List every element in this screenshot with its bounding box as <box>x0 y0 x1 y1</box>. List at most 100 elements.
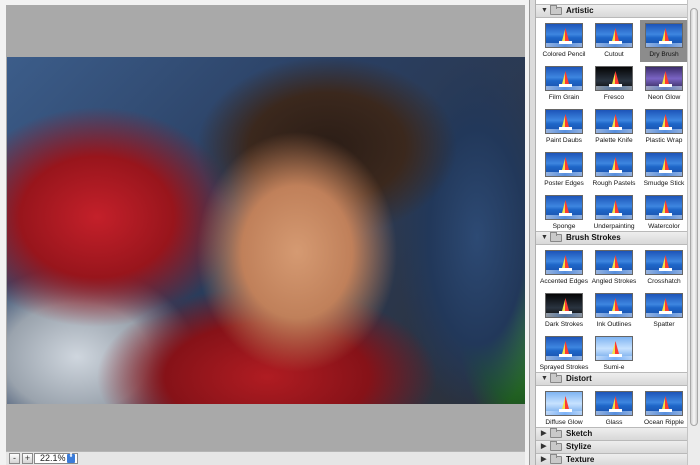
filter-thumbnail <box>545 23 583 48</box>
panel-scrollbar[interactable] <box>687 0 700 465</box>
filter-tile-film-grain[interactable]: Film Grain <box>540 63 588 105</box>
filter-thumbnail <box>545 391 583 416</box>
filter-thumbnail <box>645 66 683 91</box>
disclosure-triangle-down-icon[interactable]: ▼ <box>541 5 548 17</box>
scrollbar-thumb[interactable] <box>690 8 698 426</box>
preview-statusbar: - + 22.1% ⬍ <box>6 451 525 465</box>
filter-tile-spatter[interactable]: Spatter <box>640 290 687 332</box>
filter-tile-colored-pencil[interactable]: Colored Pencil <box>540 20 588 62</box>
filter-tile-cutout[interactable]: Cutout <box>590 20 638 62</box>
category-header-sketch[interactable]: ▶ Sketch <box>536 427 687 441</box>
filter-label: Underpainting <box>593 223 635 230</box>
filter-label: Crosshatch <box>647 278 681 285</box>
filter-thumbnail <box>645 391 683 416</box>
filter-thumbnail <box>595 293 633 318</box>
category-label: Texture <box>566 455 595 464</box>
filter-gallery-window: - + 22.1% ⬍ ▼ Artistic Colored Pencil Cut… <box>0 0 700 465</box>
category-label: Artistic <box>566 6 594 15</box>
filter-thumbnail <box>545 152 583 177</box>
filter-tile-neon-glow[interactable]: Neon Glow <box>640 63 687 105</box>
category-header-brush-strokes[interactable]: ▼ Brush Strokes <box>536 231 687 245</box>
filter-thumbnail <box>645 250 683 275</box>
folder-icon <box>550 441 562 451</box>
filter-tile-sponge[interactable]: Sponge <box>540 192 588 234</box>
folder-icon <box>550 428 562 438</box>
folder-icon <box>550 232 562 242</box>
filter-label: Plastic Wrap <box>645 137 683 144</box>
filter-thumbnail <box>645 195 683 220</box>
filter-thumbnail <box>545 336 583 361</box>
filter-thumbnail <box>595 195 633 220</box>
folder-icon <box>550 5 562 15</box>
category-header-distort[interactable]: ▼ Distort <box>536 372 687 386</box>
filter-label: Film Grain <box>548 94 580 101</box>
filter-thumbnail <box>545 66 583 91</box>
filter-tile-ink-outlines[interactable]: Ink Outlines <box>590 290 638 332</box>
filter-tile-sumi-e[interactable]: Sumi-e <box>590 333 638 375</box>
filter-thumbnail <box>595 152 633 177</box>
zoom-out-button[interactable]: - <box>9 453 20 464</box>
preview-pane: - + 22.1% ⬍ <box>0 0 530 465</box>
folder-icon <box>550 373 562 383</box>
filter-tile-watercolor[interactable]: Watercolor <box>640 192 687 234</box>
zoom-in-button[interactable]: + <box>22 453 33 464</box>
filter-tile-rough-pastels[interactable]: Rough Pastels <box>590 149 638 191</box>
filter-thumbnail <box>545 250 583 275</box>
filter-tile-poster-edges[interactable]: Poster Edges <box>540 149 588 191</box>
filter-label: Spatter <box>653 321 675 328</box>
filter-tile-glass[interactable]: Glass <box>590 388 638 430</box>
filter-gallery-panel: ▼ Artistic Colored Pencil Cutout Dry Brush… <box>535 0 687 465</box>
filter-tile-smudge-stick[interactable]: Smudge Stick <box>640 149 687 191</box>
disclosure-triangle-right-icon[interactable]: ▶ <box>541 441 546 453</box>
filter-tile-dry-brush[interactable]: Dry Brush <box>640 20 687 62</box>
filter-label: Cutout <box>604 51 624 58</box>
filter-tile-ocean-ripple[interactable]: Ocean Ripple <box>640 388 687 430</box>
disclosure-triangle-down-icon[interactable]: ▼ <box>541 373 548 385</box>
disclosure-triangle-right-icon[interactable]: ▶ <box>541 428 546 440</box>
preview-image <box>7 57 525 404</box>
disclosure-triangle-down-icon[interactable]: ▼ <box>541 232 548 244</box>
category-label: Stylize <box>566 442 592 451</box>
category-label: Sketch <box>566 429 593 438</box>
filter-thumbnail <box>645 293 683 318</box>
filter-thumbnail <box>545 109 583 134</box>
filter-label: Poster Edges <box>544 180 584 187</box>
category-header-texture[interactable]: ▶ Texture <box>536 453 687 465</box>
filter-label: Sprayed Strokes <box>539 364 589 371</box>
filter-tile-accented-edges[interactable]: Accented Edges <box>540 247 588 289</box>
filter-label: Fresco <box>603 94 625 101</box>
category-header-artistic[interactable]: ▼ Artistic <box>536 4 687 18</box>
filter-label: Colored Pencil <box>542 51 586 58</box>
filter-label: Rough Pastels <box>592 180 636 187</box>
filter-label: Diffuse Glow <box>545 419 583 426</box>
filter-thumbnail <box>545 195 583 220</box>
filter-tile-underpainting[interactable]: Underpainting <box>590 192 638 234</box>
folder-icon <box>550 454 562 464</box>
filter-label: Sumi-e <box>603 364 625 371</box>
zoom-menu-stepper-icon[interactable]: ⬍ <box>67 453 75 463</box>
filter-thumbnail <box>545 293 583 318</box>
filter-tile-crosshatch[interactable]: Crosshatch <box>640 247 687 289</box>
filter-tile-angled-strokes[interactable]: Angled Strokes <box>590 247 638 289</box>
filter-label: Palette Knife <box>595 137 633 144</box>
filter-tile-plastic-wrap[interactable]: Plastic Wrap <box>640 106 687 148</box>
filter-tile-palette-knife[interactable]: Palette Knife <box>590 106 638 148</box>
disclosure-triangle-right-icon[interactable]: ▶ <box>541 454 546 465</box>
preview-canvas[interactable] <box>6 5 525 451</box>
filter-thumbnail <box>595 23 633 48</box>
filter-thumbnail <box>645 23 683 48</box>
filter-tile-diffuse-glow[interactable]: Diffuse Glow <box>540 388 588 430</box>
filter-tile-sprayed-strokes[interactable]: Sprayed Strokes <box>540 333 588 375</box>
filter-thumbnail <box>645 152 683 177</box>
filter-label: Dry Brush <box>649 51 679 58</box>
filter-thumbnail <box>645 109 683 134</box>
filter-tile-fresco[interactable]: Fresco <box>590 63 638 105</box>
filter-label: Smudge Stick <box>643 180 685 187</box>
category-label: Brush Strokes <box>566 233 621 242</box>
filter-tile-paint-daubs[interactable]: Paint Daubs <box>540 106 588 148</box>
filter-tile-dark-strokes[interactable]: Dark Strokes <box>540 290 588 332</box>
filter-label: Ocean Ripple <box>644 419 684 426</box>
filter-label: Sponge <box>552 223 576 230</box>
category-header-stylize[interactable]: ▶ Stylize <box>536 440 687 454</box>
filter-label: Angled Strokes <box>591 278 637 285</box>
